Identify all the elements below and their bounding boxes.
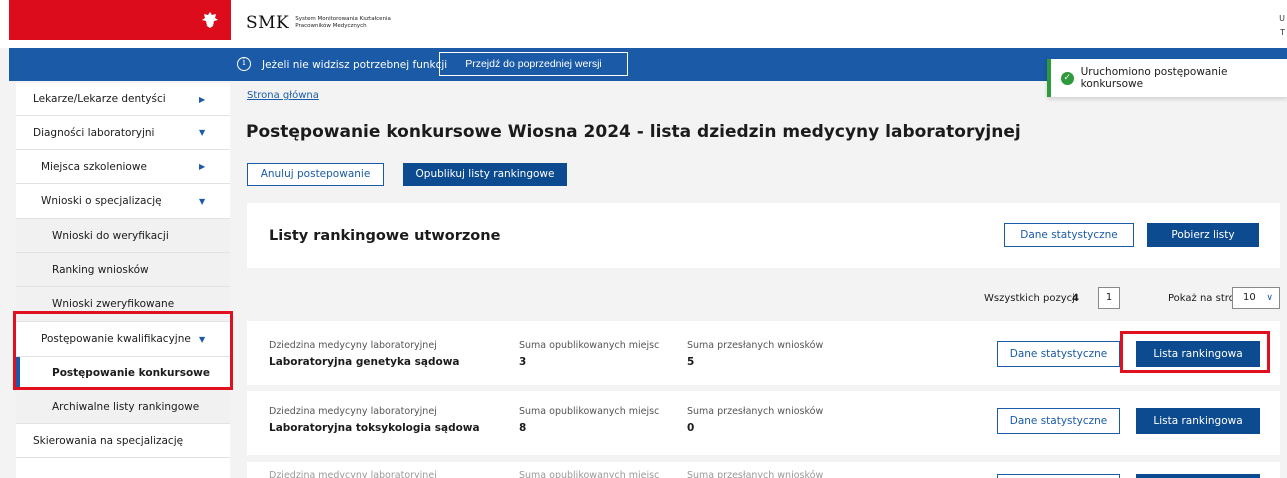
publish-ranking-lists-button[interactable]: Opublikuj listy rankingowe — [403, 163, 567, 186]
top-right-user-info[interactable]: U T — [1279, 12, 1285, 40]
field-value: Laboratoryjna genetyka sądowa — [269, 356, 460, 368]
sidebar-item-archiwalne-listy[interactable]: Archiwalne listy rankingowe — [16, 390, 230, 424]
sidebar-item-label: Lekarze/Lekarze dentyści — [33, 93, 166, 105]
sidebar-item-label: Diagności laboratoryjni — [33, 126, 155, 139]
field-value: Laboratoryjna toksykologia sądowa — [269, 422, 480, 434]
page-number-input[interactable]: 1 — [1098, 287, 1120, 309]
previous-version-button[interactable]: Przejdź do poprzedniej wersji — [439, 52, 628, 76]
published-label: Suma opublikowanych miejsc — [519, 406, 660, 417]
top-header: SMK System Monitorowania Kształcenia Pra… — [0, 0, 1287, 48]
chevron-right-icon: ▶ — [199, 94, 206, 104]
ranking-lists-card: Listy rankingowe utworzone Dane statysty… — [247, 203, 1280, 268]
logo-main-text: SMK — [246, 13, 290, 33]
published-value: 3 — [519, 356, 527, 368]
success-toast: ✓ Uruchomiono postępowanie konkursowe — [1047, 59, 1287, 97]
row-statistics-button[interactable]: Dane statystyczne — [997, 341, 1120, 367]
top-right-line1: U — [1279, 14, 1285, 23]
table-row: Dziedzina medycyny laboratoryjnej Suma o… — [247, 462, 1280, 478]
sidebar-item-label: Miejsca szkoleniowe — [41, 160, 147, 173]
ranking-list-button[interactable] — [1136, 474, 1260, 478]
info-text: Jeżeli nie widzisz potrzebnej funkcji — [262, 59, 448, 71]
highlight-box-sidebar — [13, 311, 233, 390]
submitted-label: Suma przesłanych wniosków — [687, 340, 824, 351]
sidebar-item-wnioski[interactable]: Wnioski o specjalizację ▼ — [16, 184, 230, 219]
submitted-label: Suma przesłanych wniosków — [687, 470, 824, 478]
chevron-down-icon: ▼ — [199, 128, 206, 137]
published-label: Suma opublikowanych miejsc — [519, 470, 660, 478]
submitted-value: 5 — [687, 356, 695, 368]
info-icon: i — [237, 57, 251, 71]
top-right-line2: T — [1280, 28, 1285, 37]
sidebar-item-label: Wnioski do weryfikacji — [52, 229, 169, 242]
download-lists-button[interactable]: Pobierz listy — [1147, 223, 1259, 247]
field-label: Dziedzina medycyny laboratoryjnej — [269, 340, 437, 351]
published-value: 8 — [519, 422, 527, 434]
table-row: Dziedzina medycyny laboratoryjnej Labora… — [247, 391, 1280, 455]
ranking-list-button[interactable]: Lista rankingowa — [1136, 408, 1260, 434]
card-title: Listy rankingowe utworzone — [269, 228, 501, 244]
sidebar-item-wnioski-do-weryfikacji[interactable]: Wnioski do weryfikacji — [16, 219, 230, 253]
sidebar-item-label: Skierowania na specjalizację — [33, 434, 184, 447]
sidebar: Lekarze/Lekarze dentyści ▶ Diagności lab… — [16, 83, 230, 478]
chevron-down-icon: ▼ — [199, 196, 206, 206]
logo-subtitle: System Monitorowania Kształcenia Pracown… — [295, 16, 391, 30]
eagle-emblem-icon — [202, 12, 218, 28]
sidebar-item-label: Archiwalne listy rankingowe — [52, 400, 200, 413]
sidebar-item-ranking-wnioskow[interactable]: Ranking wniosków — [16, 253, 230, 287]
toast-text: Uruchomiono postępowanie konkursowe — [1080, 66, 1228, 90]
logo-subtitle-line2: Pracowników Medycznych — [295, 23, 367, 29]
total-items-value: 4 — [1072, 293, 1079, 304]
sidebar-item-lekarze[interactable]: Lekarze/Lekarze dentyści ▶ — [16, 83, 230, 116]
brand-red-block — [9, 0, 231, 40]
logo-subtitle-line1: System Monitorowania Kształcenia — [295, 16, 391, 22]
per-page-value: 10 — [1243, 292, 1256, 303]
check-circle-icon: ✓ — [1061, 71, 1074, 85]
total-items-label: Wszystkich pozycji — [984, 293, 1078, 304]
breadcrumb-home[interactable]: Strona główna — [247, 90, 319, 101]
row-statistics-button[interactable]: Dane statystyczne — [997, 408, 1120, 434]
sidebar-item-diagnosci[interactable]: Diagności laboratoryjni ▼ — [16, 116, 230, 150]
chevron-right-icon: ▶ — [199, 162, 206, 171]
row-statistics-button[interactable] — [997, 474, 1120, 478]
sidebar-item-miejsca[interactable]: Miejsca szkoleniowe ▶ — [16, 150, 230, 184]
per-page-select[interactable]: 10 ∨ — [1232, 287, 1280, 309]
cancel-procedure-button[interactable]: Anuluj postepowanie — [247, 163, 384, 186]
highlight-box-ranking — [1120, 331, 1270, 373]
sidebar-item-label: Wnioski o specjalizację — [41, 195, 162, 207]
chevron-down-icon: ∨ — [1266, 293, 1273, 303]
sidebar-item-label: Wnioski zweryfikowane — [52, 298, 175, 310]
published-label: Suma opublikowanych miejsc — [519, 340, 660, 351]
smk-logo[interactable]: SMK System Monitorowania Kształcenia Pra… — [246, 13, 391, 33]
sidebar-item-skierowania[interactable]: Skierowania na specjalizację — [16, 424, 230, 458]
submitted-value: 0 — [687, 422, 695, 434]
page-title: Postępowanie konkursowe Wiosna 2024 - li… — [246, 122, 1021, 142]
field-label: Dziedzina medycyny laboratoryjnej — [269, 406, 437, 417]
submitted-label: Suma przesłanych wniosków — [687, 406, 824, 417]
statistics-button[interactable]: Dane statystyczne — [1004, 223, 1134, 247]
field-label: Dziedzina medycyny laboratoryjnej — [269, 470, 437, 478]
sidebar-item-label: Ranking wniosków — [52, 263, 149, 276]
